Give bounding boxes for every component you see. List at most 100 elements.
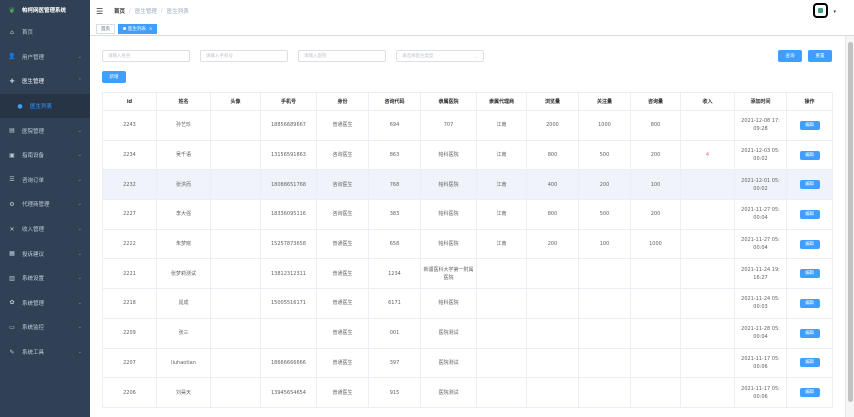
time-cell: 2021-12-03 05: 00:02 <box>734 139 787 171</box>
tag-label: 医生列表 <box>128 26 146 32</box>
sidebar-item-label: 指南设备 <box>22 153 45 160</box>
time-cell: 2021-11-27 05: 00:04 <box>734 199 787 230</box>
column-header: 身份 <box>316 92 369 111</box>
consults-cell <box>630 258 681 290</box>
hamburger-icon[interactable]: ☰ <box>96 7 106 16</box>
sidebar-item-label: 系统管理 <box>22 300 45 307</box>
edit-button[interactable]: 编辑 <box>799 298 820 308</box>
code-cell: 768 <box>368 169 421 201</box>
sidebar-item-2[interactable]: ✚ 医生管理 ⌃ <box>0 69 90 94</box>
sidebar-item-5[interactable]: ▣ 指南设备 ⌄ <box>0 143 90 168</box>
views-cell <box>526 288 579 319</box>
edit-button[interactable]: 编辑 <box>799 328 820 338</box>
chevron-down-icon: ⌄ <box>77 275 82 282</box>
agent-cell <box>476 377 527 408</box>
main-content: 请输入姓名 请输入手机号 请输入医院 请选择医生类型 ⌄ 查询 重置 新增 id… <box>90 36 845 417</box>
action-cell: 编辑 <box>786 110 833 141</box>
column-header: 关注量 <box>578 92 631 111</box>
code-cell: 383 <box>368 199 421 230</box>
role-cell: 普通医生 <box>316 110 369 141</box>
avatar-cell <box>210 228 261 260</box>
views-cell <box>526 258 579 290</box>
doctor-icon: ✚ <box>9 77 15 85</box>
edit-button[interactable]: 编辑 <box>799 150 820 160</box>
sidebar-item-8[interactable]: ✕ 收入管理 ⌄ <box>0 217 90 242</box>
consults-cell: 1000 <box>630 228 681 260</box>
agent-cell: 江南 <box>476 139 527 171</box>
sidebar-item-4[interactable]: ▤ 医院管理 ⌄ <box>0 118 90 143</box>
column-header: 隶属代理商 <box>476 92 527 111</box>
sidebar-item-1[interactable]: 👤 用户管理 ⌄ <box>0 45 90 70</box>
phone-search-input[interactable]: 请输入手机号 <box>200 50 288 62</box>
name-cell: liuhaotian <box>156 347 211 379</box>
edit-button[interactable]: 编辑 <box>799 209 820 219</box>
name-search-input[interactable]: 请输入姓名 <box>102 50 190 62</box>
breadcrumb-doctor-list: 医生列表 <box>166 9 189 15</box>
column-header: 咨询量 <box>630 92 681 111</box>
doctor-type-placeholder: 请选择医生类型 <box>402 54 434 59</box>
code-cell: 863 <box>368 139 421 171</box>
income-cell <box>680 347 735 379</box>
doctor-type-select[interactable]: 请选择医生类型 ⌄ <box>396 50 484 62</box>
sidebar-item-7[interactable]: ⚙ 代理商管理 ⌄ <box>0 192 90 217</box>
sidebar-item-6[interactable]: ☰ 咨询订单 ⌄ <box>0 168 90 193</box>
sidebar-item-9[interactable]: ▦ 投诉建议 ⌄ <box>0 241 90 266</box>
time-clock: 00:02 <box>753 156 768 163</box>
tag-doctor-list[interactable]: 医生列表 ✕ <box>118 23 158 34</box>
follows-cell <box>578 258 631 290</box>
avatar-cell <box>210 199 261 230</box>
sidebar-item-label: 代理商管理 <box>22 202 50 209</box>
table-row: 2222 朱梦晓 15257873658 普通医生 658 帕科医院 江南 200 100 100… <box>102 228 833 260</box>
action-cell: 编辑 <box>786 347 833 379</box>
sidebar-item-12[interactable]: ▭ 系统监控 ⌄ <box>0 315 90 340</box>
chevron-down-icon: ⌄ <box>77 299 82 306</box>
name-cell: 张梦莉测试 <box>156 258 211 290</box>
sidebar-item-10[interactable]: ▥ 系统设置 ⌄ <box>0 266 90 291</box>
edit-button[interactable]: 编辑 <box>799 358 820 368</box>
user-avatar[interactable] <box>813 3 828 18</box>
close-icon[interactable]: ✕ <box>149 26 152 31</box>
hospital-cell: 帕科医院 <box>420 199 477 230</box>
income-cell <box>680 228 735 260</box>
breadcrumb-doctor-management: 医生管理 <box>134 9 157 15</box>
edit-button[interactable]: 编辑 <box>799 239 820 249</box>
time-date: 2021-11-17 05: <box>741 355 780 362</box>
sidebar-item-3[interactable]: ● 医生列表 <box>0 93 90 119</box>
scrollbar-thumb[interactable] <box>848 42 853 402</box>
device-icon: ▣ <box>9 151 15 159</box>
chevron-down-icon: ⌄ <box>77 53 82 60</box>
edit-button[interactable]: 编辑 <box>799 180 820 190</box>
time-clock: 00:04 <box>753 215 768 222</box>
edit-button[interactable]: 编辑 <box>799 269 820 279</box>
edit-button[interactable]: 编辑 <box>799 120 820 130</box>
tag-label: 首页 <box>101 26 110 32</box>
consults-cell <box>630 288 681 319</box>
sidebar-item-label: 医生列表 <box>30 104 53 111</box>
caret-down-icon[interactable]: ▾ <box>833 9 836 15</box>
breadcrumb-home[interactable]: 首页 <box>114 7 125 15</box>
sidebar-item-13[interactable]: ✎ 系统工具 ⌄ <box>0 340 90 365</box>
tag-home[interactable]: 首页 <box>96 23 115 34</box>
name-cell: 朱梦晓 <box>156 228 211 260</box>
add-button[interactable]: 新增 <box>102 71 126 83</box>
follows-cell <box>578 377 631 408</box>
role-cell: 普通医生 <box>316 347 369 379</box>
chevron-down-icon: ⌄ <box>77 127 82 134</box>
sidebar-item-label: 医生管理 <box>22 79 45 86</box>
hospital-search-input[interactable]: 请输入医院 <box>298 50 386 62</box>
role-cell: 普通医生 <box>316 228 369 260</box>
reset-button[interactable]: 重置 <box>808 50 832 62</box>
sidebar-item-0[interactable]: ⌂ 首页 <box>0 20 90 45</box>
sidebar-item-label: 系统工具 <box>22 350 45 357</box>
table-row: 2209 张三 普通医生 001 医院测试 2021-11-28 05: 00:04 编辑 <box>102 317 833 349</box>
agent-cell: 江南 <box>476 228 527 260</box>
sidebar: ❦ 帕柯网医管理系统 ⌂ 首页 👤 用户管理 ⌄ ✚ 医生管理 ⌃ ● 医生列表 ▤ 医院管理 ⌄ ▣ 指南… <box>0 0 90 417</box>
edit-button[interactable]: 编辑 <box>799 388 820 398</box>
role-cell: 咨询医生 <box>316 139 369 171</box>
vertical-scrollbar[interactable] <box>845 36 854 417</box>
search-button[interactable]: 查询 <box>778 50 802 62</box>
views-cell <box>526 347 579 379</box>
id-cell: 2234 <box>102 139 157 171</box>
role-cell: 普通医生 <box>316 288 369 319</box>
sidebar-item-11[interactable]: ✿ 系统管理 ⌄ <box>0 291 90 316</box>
